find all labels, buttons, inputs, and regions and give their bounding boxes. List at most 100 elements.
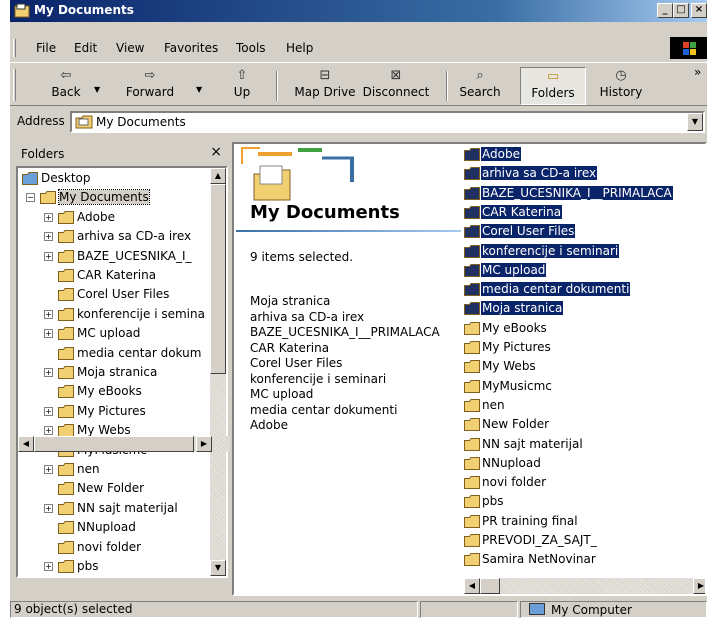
search-icon: ⌕ <box>476 68 484 83</box>
close-button[interactable]: × <box>691 3 707 18</box>
address-value: My Documents <box>96 115 186 129</box>
folder-icon <box>464 341 480 354</box>
content-horizontal-scrollbar[interactable]: ◀ ▶ <box>464 578 705 594</box>
tree-horizontal-scrollbar[interactable]: ◀ ▶ <box>18 436 230 452</box>
history-button[interactable]: ◷ History <box>592 67 650 105</box>
file-name: My Webs <box>482 359 536 374</box>
disconnect-button[interactable]: ⊠ Disconnect <box>360 67 432 105</box>
menu-tools[interactable]: Tools <box>236 41 266 55</box>
scroll-down-button[interactable]: ▼ <box>210 560 226 576</box>
folder-icon <box>464 244 480 258</box>
folder-icon <box>464 148 480 161</box>
menu-favorites[interactable]: Favorites <box>164 41 218 55</box>
tree-item-label: Moja stranica <box>77 365 158 379</box>
menu-help[interactable]: Help <box>286 41 313 55</box>
tree-item-label: arhiva sa CD-a irex <box>77 229 192 244</box>
folder-icon <box>58 482 74 496</box>
folder-icon <box>464 514 480 528</box>
scroll-thumb-h[interactable] <box>34 436 194 452</box>
folder-icon <box>464 225 480 239</box>
forward-dropdown-arrow[interactable]: ▼ <box>196 85 202 94</box>
expand-icon[interactable]: + <box>44 212 53 222</box>
file-name: arhiva sa CD-a irex <box>481 166 598 181</box>
tree-item-label: NN sajt materijal <box>77 500 178 515</box>
selected-name: Adobe <box>250 418 288 432</box>
folders-pane-header: Folders × <box>16 142 228 164</box>
toolbar-separator <box>446 71 448 101</box>
folders-pane-title: Folders <box>21 147 65 161</box>
folder-icon <box>58 501 74 515</box>
title-bar[interactable]: My Documents _ □ × <box>10 0 707 22</box>
menu-grip[interactable] <box>13 39 16 57</box>
tree-item-label: MC upload <box>77 326 141 341</box>
selected-name: media centar dokumenti <box>250 402 398 417</box>
scroll-right-button[interactable]: ▶ <box>693 578 705 594</box>
back-arrow-icon: ⇦ <box>60 68 72 83</box>
address-dropdown-button[interactable]: ▼ <box>687 113 703 131</box>
expand-icon[interactable]: + <box>44 562 53 571</box>
menu-file[interactable]: File <box>36 41 56 55</box>
folder-icon <box>58 327 74 341</box>
toolbar-grip[interactable] <box>13 69 16 101</box>
selected-name: MC upload <box>250 387 314 401</box>
folder-icon <box>58 288 74 302</box>
scroll-left-button[interactable]: ◀ <box>464 578 480 594</box>
selected-name: konferencije i seminari <box>250 371 387 386</box>
menu-view[interactable]: View <box>116 41 144 55</box>
expand-icon[interactable]: + <box>44 503 53 513</box>
tree-item-label: Corel User Files <box>77 287 170 302</box>
folder-icon <box>58 366 74 379</box>
address-field[interactable]: My Documents ▼ <box>70 111 705 133</box>
expand-icon[interactable]: + <box>44 465 53 474</box>
folder-icon <box>464 418 480 432</box>
folder-icon <box>464 263 480 277</box>
folder-icon <box>58 463 74 476</box>
scroll-right-button[interactable]: ▶ <box>196 436 212 452</box>
search-button[interactable]: ⌕ Search <box>456 67 504 105</box>
folders-pane-close-button[interactable]: × <box>210 144 222 160</box>
collapse-icon[interactable]: − <box>26 193 35 203</box>
folders-button[interactable]: ▭ Folders <box>520 67 586 105</box>
scroll-thumb-h[interactable] <box>480 578 500 594</box>
expand-icon[interactable]: + <box>44 232 53 242</box>
scroll-thumb[interactable] <box>210 184 226 374</box>
file-name: Adobe <box>481 147 521 161</box>
file-name: novi folder <box>482 475 547 490</box>
file-name: CAR Katerina <box>481 204 563 219</box>
selected-name: arhiva sa CD-a irex <box>250 309 365 324</box>
tree-item-label: konferencije i semina <box>77 306 205 321</box>
maximize-button[interactable]: □ <box>673 3 689 18</box>
tree-vertical-scrollbar[interactable]: ▲ ▼ <box>210 168 226 576</box>
tree-item-label: New Folder <box>77 481 145 496</box>
back-button[interactable]: ⇦ Back <box>46 67 86 105</box>
toolbar-chevron[interactable]: » <box>694 65 701 79</box>
map-drive-button[interactable]: ⊟ Map Drive <box>290 67 360 105</box>
expand-icon[interactable]: + <box>44 406 53 416</box>
expand-icon[interactable]: + <box>44 329 53 339</box>
folder-icon <box>58 385 74 399</box>
folder-icon <box>58 269 74 282</box>
back-dropdown-arrow[interactable]: ▼ <box>94 85 100 94</box>
expand-icon[interactable]: + <box>44 309 53 319</box>
folder-icon <box>464 283 480 297</box>
expand-icon[interactable]: + <box>44 251 53 261</box>
file-name: New Folder <box>482 417 550 432</box>
file-name: BAZE_UCESNIKA_I__PRIMALACA <box>481 185 673 200</box>
file-name: PR training final <box>482 513 578 528</box>
folder-icon <box>58 346 74 360</box>
minimize-button[interactable]: _ <box>657 3 673 18</box>
info-panel-title: My Documents <box>250 202 400 223</box>
tree-item-label: novi folder <box>77 539 142 554</box>
folder-icon <box>464 553 480 567</box>
expand-icon[interactable]: + <box>44 368 53 377</box>
menu-edit[interactable]: Edit <box>74 41 97 55</box>
folder-icon <box>58 540 74 554</box>
forward-button[interactable]: ⇨ Forward <box>120 67 180 105</box>
file-name: NN sajt materijal <box>482 436 583 451</box>
selected-name: Corel User Files <box>250 356 343 370</box>
scroll-up-button[interactable]: ▲ <box>210 168 226 184</box>
up-button[interactable]: ⇧ Up <box>228 67 256 105</box>
expand-icon[interactable]: + <box>44 426 53 436</box>
file-name: NNupload <box>482 455 541 470</box>
scroll-left-button[interactable]: ◀ <box>18 436 34 452</box>
